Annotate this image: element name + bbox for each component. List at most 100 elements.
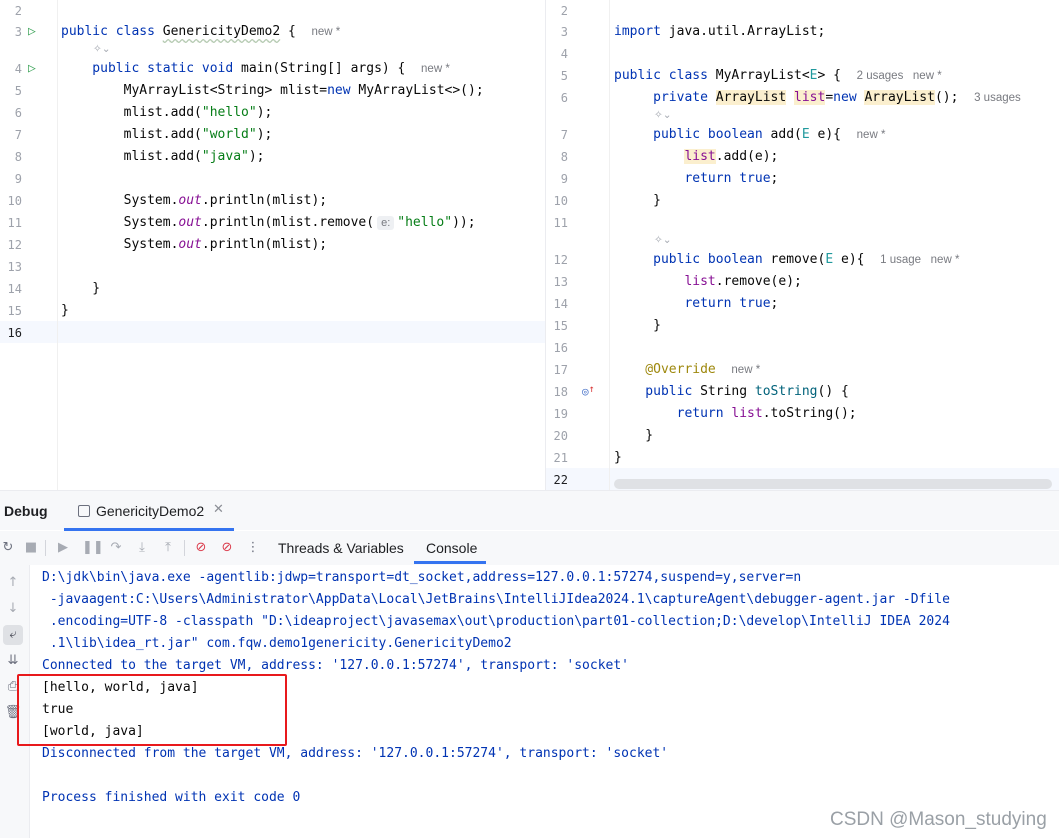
code-token: remove( [770, 252, 826, 267]
right-code-line-10[interactable]: } [614, 193, 661, 209]
code-token: import [614, 24, 669, 39]
left-code-line-15[interactable]: } [61, 303, 69, 319]
console-output[interactable]: D:\jdk\bin\java.exe -agentlib:jdwp=trans… [30, 565, 1059, 838]
run-gutter-icon[interactable]: ▷ [28, 62, 42, 76]
up-arrow-icon[interactable]: ↑ [3, 573, 23, 593]
line-number: 2 [14, 4, 22, 18]
right-code-line-7[interactable]: public boolean add(E e){ new * [614, 127, 885, 143]
code-token: return true [614, 171, 771, 186]
watermark: CSDN @Mason_studying [830, 809, 1047, 830]
ai-assistant-icon[interactable]: ✧⌄ [93, 42, 111, 56]
current-line-highlight [0, 321, 545, 343]
right-code-line-9[interactable]: return true; [614, 171, 778, 187]
line-number: 12 [7, 238, 22, 252]
left-code-line-7[interactable]: mlist.add("world"); [61, 127, 273, 143]
right-code-line-14[interactable]: return true; [614, 296, 778, 312]
code-token: .println(mlist); [201, 237, 328, 252]
mute-breakpoints-icon[interactable]: ⊘ [219, 540, 235, 556]
right-code-line-8[interactable]: list.add(e); [614, 149, 778, 165]
right-code-line-13[interactable]: list.remove(e); [614, 274, 801, 290]
inlay-hint: new * [856, 129, 886, 141]
right-code-line-6[interactable]: private ArrayList list=new ArrayList(); … [614, 90, 1021, 106]
right-code-line-19[interactable]: return list.toString(); [614, 406, 857, 422]
code-token: public boolean [614, 127, 771, 142]
code-token: mlist.add( [61, 127, 202, 142]
step-out-icon[interactable]: ⤒ [160, 540, 176, 556]
line-number: 22 [553, 473, 568, 487]
line-number: 3 [560, 25, 568, 39]
right-code-line-20[interactable]: } [614, 428, 653, 444]
code-token: String [700, 384, 755, 399]
line-number: 18 [553, 385, 568, 399]
right-code-line-18[interactable]: public String toString() { [614, 384, 849, 400]
line-number: 9 [560, 172, 568, 186]
left-code-line-8[interactable]: mlist.add("java"); [61, 149, 265, 165]
line-number: 19 [553, 407, 568, 421]
code-token: E [801, 127, 810, 142]
pause-icon[interactable]: ❚❚ [82, 540, 104, 556]
code-token: ); [256, 105, 273, 120]
left-code-line-10[interactable]: System.out.println(mlist); [61, 193, 328, 209]
scroll-to-end-icon[interactable]: ⇊ [3, 651, 23, 671]
right-code-line-12[interactable]: public boolean remove(E e){ 1 usage new … [614, 252, 959, 268]
code-token: return true [614, 296, 771, 311]
line-number: 6 [14, 106, 22, 120]
trash-icon[interactable]: 🗑 [3, 703, 23, 723]
more-options-icon[interactable]: ⋮ [245, 540, 261, 556]
horizontal-scrollbar[interactable] [614, 479, 1052, 489]
code-token: } [61, 281, 101, 296]
line-number: 13 [7, 260, 22, 274]
stop-icon[interactable]: ■ [23, 540, 39, 556]
tab-threads-variables[interactable]: Threads & Variables [278, 540, 404, 556]
resume-icon[interactable]: ▶ [55, 540, 71, 556]
line-number: 15 [7, 304, 22, 318]
left-code-line-4[interactable]: public static void main(String[] args) {… [61, 61, 450, 77]
line-number: 8 [560, 150, 568, 164]
code-token: (); [934, 90, 975, 105]
code-token: MyArrayList<>(); [358, 83, 484, 98]
console-line: Connected to the target VM, address: '12… [42, 658, 629, 673]
console-line: [world, java] [42, 724, 144, 739]
left-code-line-3[interactable]: public class GenericityDemo2 { new * [61, 24, 340, 40]
code-token: System. [61, 193, 179, 208]
right-code-line-17[interactable]: @Override new * [614, 362, 760, 378]
code-token: } [614, 318, 661, 333]
code-token: add( [770, 127, 802, 142]
ai-assistant-icon[interactable]: ✧⌄ [654, 233, 672, 247]
left-code-line-14[interactable]: } [61, 281, 100, 297]
ai-assistant-icon[interactable]: ✧⌄ [654, 108, 672, 122]
editor-genericitydemo2[interactable]: 2 3 ▷ public class GenericityDemo2 { new * 4… [0, 0, 545, 490]
right-code-line-15[interactable]: } [614, 318, 661, 334]
left-code-line-5[interactable]: MyArrayList<String> mlist=new MyArrayLis… [61, 83, 484, 99]
right-code-line-21[interactable]: } [614, 450, 622, 466]
soft-wrap-icon[interactable]: ⤶ [3, 625, 23, 645]
right-code-line-5[interactable]: public class MyArrayList<E> { 2 usages n… [614, 68, 942, 84]
inlay-hint: 1 usage new * [880, 254, 960, 266]
run-gutter-icon[interactable]: ▷ [28, 25, 42, 39]
tab-genericitydemo2-session[interactable]: GenericityDemo2 ✕ [64, 491, 234, 531]
left-code-line-6[interactable]: mlist.add("hello"); [61, 105, 273, 121]
close-icon[interactable]: ✕ [213, 502, 224, 517]
line-number: 6 [560, 91, 568, 105]
line-number: 16 [7, 326, 22, 340]
editor-myarraylist[interactable]: 2 3 import java.util.ArrayList; 4 5 public cl… [546, 0, 1059, 490]
step-over-icon[interactable]: ↷ [108, 540, 124, 556]
code-token: GenericityDemo2 [162, 24, 281, 39]
right-code-line-3[interactable]: import java.util.ArrayList; [614, 24, 825, 40]
inlay-hint: new * [731, 364, 761, 376]
override-gutter-icon[interactable]: ◎↑ [582, 384, 598, 399]
step-into-icon[interactable]: ⤓ [134, 540, 150, 556]
down-arrow-icon[interactable]: ↓ [3, 599, 23, 619]
code-token: ArrayList [864, 90, 935, 105]
tab-console[interactable]: Console [426, 540, 477, 556]
left-code-line-12[interactable]: System.out.println(mlist); [61, 237, 328, 253]
console-line: true [42, 702, 74, 717]
print-icon[interactable]: ⎙ [3, 677, 23, 697]
rerun-icon[interactable]: ↻ [0, 540, 16, 556]
view-breakpoints-icon[interactable]: ⊘ [193, 540, 209, 556]
code-token: } [614, 193, 661, 208]
debug-toolbar: ↻ ■ ▶ ❚❚ ↷ ⤓ ⤒ ⊘ ⊘ ⋮ Threads & Variables… [0, 531, 1059, 565]
left-code-line-11[interactable]: System.out.println(mlist.remove(e: "hello… [61, 215, 476, 231]
